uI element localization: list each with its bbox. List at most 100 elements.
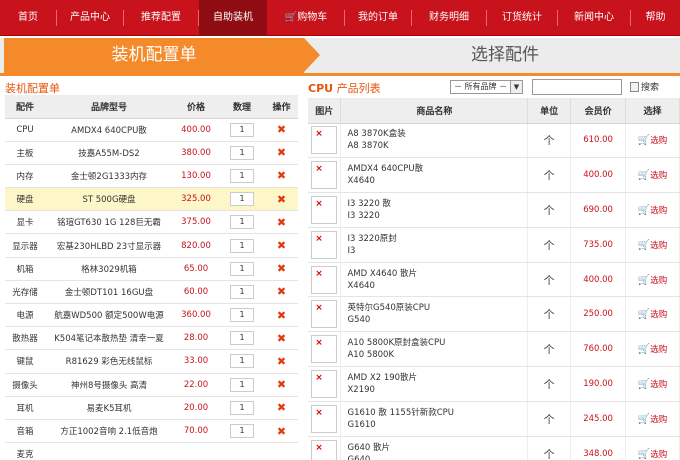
broken-image-icon[interactable]: × bbox=[311, 126, 338, 155]
product-name[interactable]: G640 散片 bbox=[347, 442, 527, 454]
qty-input[interactable]: 1 bbox=[230, 424, 254, 439]
product-unit: 个 bbox=[527, 227, 572, 263]
qty-input[interactable]: 1 bbox=[230, 377, 254, 392]
delete-icon[interactable]: ✖ bbox=[277, 169, 286, 182]
part-model[interactable]: 格林3029机箱 bbox=[45, 257, 173, 281]
nav-cart[interactable]: 🛒购物车 bbox=[268, 0, 344, 36]
product-image-cell: × bbox=[308, 262, 342, 298]
config-row: 键鼠 R81629 彩色无线鼠标 33.00 1 ✖ bbox=[5, 349, 298, 374]
part-model[interactable]: ST 500G硬盘 bbox=[45, 187, 173, 212]
part-model[interactable]: 宏基230HLBD 23寸显示器 bbox=[45, 233, 173, 258]
qty-input[interactable]: 1 bbox=[230, 238, 254, 253]
buy-button[interactable]: 🛒选购 bbox=[625, 157, 680, 194]
qty-input[interactable]: 1 bbox=[230, 308, 254, 323]
product-name[interactable]: AMD X4640 散片 bbox=[347, 268, 527, 280]
cart-icon: 🛒 bbox=[637, 413, 651, 425]
delete-icon[interactable]: ✖ bbox=[277, 262, 286, 275]
product-row: × A8 3870K盒装 A8 3870K 个 610.00 🛒选购 bbox=[308, 123, 680, 159]
top-nav: 首页 产品中心 推荐配置 自助装机 🛒购物车 我的订单 财务明细 订货统计 新闻… bbox=[0, 0, 680, 36]
broken-image-icon[interactable]: × bbox=[311, 300, 338, 329]
part-model[interactable]: 金士顿DT101 16GU盘 bbox=[45, 280, 173, 305]
search-button[interactable]: 搜索 bbox=[630, 80, 659, 93]
part-model[interactable]: R81629 彩色无线鼠标 bbox=[45, 349, 173, 374]
qty-input[interactable]: 1 bbox=[230, 192, 254, 207]
delete-icon[interactable]: ✖ bbox=[277, 378, 286, 391]
part-model[interactable]: 技嘉A55M-DS2 bbox=[45, 141, 173, 165]
delete-icon[interactable]: ✖ bbox=[277, 216, 286, 229]
part-model[interactable]: AMDX4 640CPU散 bbox=[45, 118, 173, 142]
qty-input[interactable]: 1 bbox=[230, 122, 254, 137]
part-type: 内存 bbox=[5, 164, 45, 189]
qty-input[interactable]: 1 bbox=[230, 400, 254, 415]
qty-input[interactable]: 1 bbox=[230, 168, 254, 183]
product-name[interactable]: AMDX4 640CPU散 bbox=[347, 163, 527, 175]
nav-products[interactable]: 产品中心 bbox=[57, 0, 123, 36]
image-placeholder-mark: × bbox=[315, 198, 323, 209]
buy-button[interactable]: 🛒选购 bbox=[625, 401, 680, 437]
qty-input[interactable]: 1 bbox=[230, 354, 254, 369]
buy-button[interactable]: 🛒选购 bbox=[625, 436, 680, 460]
broken-image-icon[interactable]: × bbox=[311, 161, 338, 190]
qty-input[interactable]: 1 bbox=[230, 261, 254, 276]
brand-filter-select[interactable]: － 所有品牌 － ▼ bbox=[450, 80, 523, 94]
part-model[interactable]: 方正1002音响 2.1低音炮 bbox=[45, 419, 173, 444]
part-model[interactable]: 航嘉WD500 额定500W电源 bbox=[45, 303, 173, 328]
product-name[interactable]: A10 5800K原封盒装CPU bbox=[347, 337, 527, 349]
delete-icon[interactable]: ✖ bbox=[277, 123, 286, 136]
part-model[interactable] bbox=[45, 442, 173, 460]
buy-button[interactable]: 🛒选购 bbox=[625, 296, 680, 333]
product-name[interactable]: I3 3220原封 bbox=[347, 233, 527, 245]
part-price: 360.00 bbox=[173, 303, 219, 328]
delete-icon[interactable]: ✖ bbox=[277, 193, 286, 206]
delete-icon[interactable]: ✖ bbox=[277, 401, 286, 414]
buy-button[interactable]: 🛒选购 bbox=[625, 192, 680, 228]
qty-input[interactable]: 1 bbox=[230, 284, 254, 299]
product-name[interactable]: G1610 散 1155针新款CPU bbox=[347, 407, 527, 419]
buy-button[interactable]: 🛒选购 bbox=[625, 227, 680, 263]
product-name[interactable]: I3 3220 散 bbox=[347, 198, 527, 210]
qty-input[interactable]: 1 bbox=[230, 145, 254, 160]
nav-orders[interactable]: 我的订单 bbox=[345, 0, 411, 36]
nav-order-stats[interactable]: 订货统计 bbox=[487, 0, 557, 36]
qty-input[interactable]: 1 bbox=[230, 215, 254, 230]
part-model[interactable]: 神州8号摄像头 高清 bbox=[45, 373, 173, 397]
broken-image-icon[interactable]: × bbox=[311, 230, 338, 259]
broken-image-icon[interactable]: × bbox=[311, 195, 338, 224]
nav-recommended[interactable]: 推荐配置 bbox=[124, 0, 198, 36]
broken-image-icon[interactable]: × bbox=[311, 369, 338, 398]
buy-label: 选购 bbox=[650, 275, 668, 286]
qty-input[interactable]: 1 bbox=[230, 331, 254, 346]
buy-button[interactable]: 🛒选购 bbox=[625, 123, 680, 159]
part-model[interactable]: 铭瑄GT630 1G 128巨无霸 bbox=[45, 210, 173, 235]
product-unit: 个 bbox=[527, 296, 572, 333]
delete-icon[interactable]: ✖ bbox=[277, 355, 286, 368]
nav-news[interactable]: 新闻中心 bbox=[558, 0, 630, 36]
nav-finance[interactable]: 财务明细 bbox=[412, 0, 486, 36]
nav-home[interactable]: 首页 bbox=[0, 0, 56, 36]
step-config-list[interactable]: 装机配置单 bbox=[4, 38, 304, 73]
product-name[interactable]: A8 3870K盒装 bbox=[347, 128, 527, 140]
delete-icon[interactable]: ✖ bbox=[277, 332, 286, 345]
part-model[interactable]: 金士顿2G1333内存 bbox=[45, 164, 173, 189]
search-input[interactable] bbox=[532, 79, 622, 95]
delete-icon[interactable]: ✖ bbox=[277, 146, 286, 159]
product-name[interactable]: 英特尔G540原装CPU bbox=[347, 302, 527, 314]
part-price: 28.00 bbox=[173, 326, 219, 351]
part-model[interactable]: 易麦K5耳机 bbox=[45, 396, 173, 420]
broken-image-icon[interactable]: × bbox=[311, 265, 338, 294]
nav-help[interactable]: 帮助 bbox=[631, 0, 680, 36]
broken-image-icon[interactable]: × bbox=[311, 335, 338, 364]
delete-icon[interactable]: ✖ bbox=[277, 309, 286, 322]
delete-icon[interactable]: ✖ bbox=[277, 239, 286, 252]
buy-button[interactable]: 🛒选购 bbox=[625, 262, 680, 298]
buy-button[interactable]: 🛒选购 bbox=[625, 331, 680, 368]
broken-image-icon[interactable]: × bbox=[311, 404, 338, 433]
broken-image-icon[interactable]: × bbox=[311, 439, 338, 460]
nav-self-build[interactable]: 自助装机 bbox=[199, 0, 267, 36]
step-select-parts[interactable]: 选择配件 bbox=[330, 38, 680, 73]
part-model[interactable]: K504笔记本散热垫 清幸一夏 bbox=[45, 326, 173, 351]
delete-icon[interactable]: ✖ bbox=[277, 285, 286, 298]
delete-icon[interactable]: ✖ bbox=[277, 425, 286, 438]
buy-button[interactable]: 🛒选购 bbox=[625, 366, 680, 402]
product-name[interactable]: AMD X2 190散片 bbox=[347, 372, 527, 384]
